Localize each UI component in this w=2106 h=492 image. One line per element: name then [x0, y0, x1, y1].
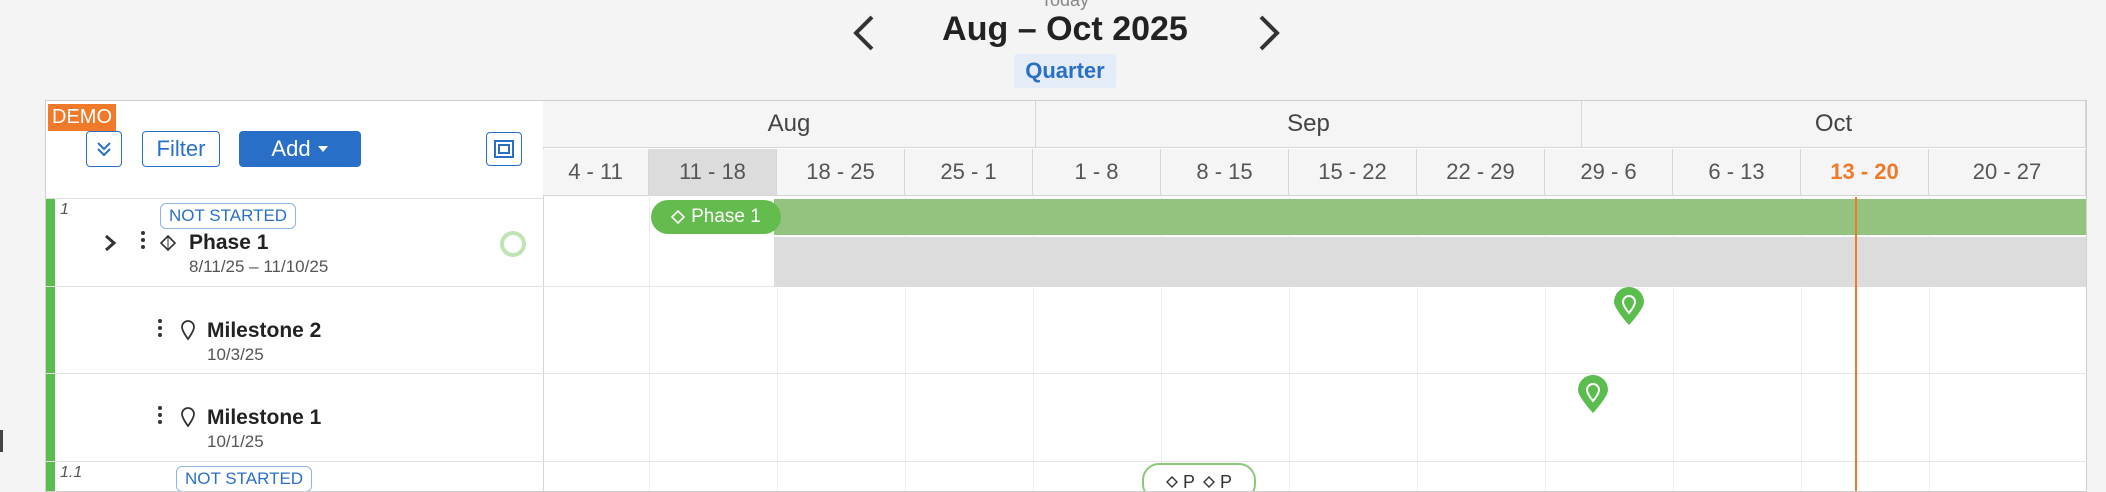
task-dates: 8/11/25 – 11/10/25: [189, 257, 328, 277]
subtask-b: P: [1203, 472, 1232, 492]
filter-button[interactable]: Filter: [142, 131, 220, 167]
edge-marker: [0, 430, 3, 452]
chevron-left-icon: [850, 13, 876, 53]
milestone-pin-icon: [180, 406, 196, 428]
row-status-bar: [46, 462, 55, 492]
previous-period-button[interactable]: [838, 8, 888, 58]
subtask-bar-chip[interactable]: P P: [1142, 463, 1256, 492]
task-name[interactable]: Phase 1: [189, 231, 268, 255]
phase-diamond-icon: [160, 235, 176, 251]
week-header: 29 - 6: [1545, 149, 1673, 196]
week-header: 1 - 8: [1033, 149, 1161, 196]
progress-ring-icon: [498, 229, 528, 259]
month-header: Oct: [1582, 101, 2086, 148]
week-header: 25 - 1: [905, 149, 1033, 196]
week-header: 4 - 11: [543, 149, 649, 196]
period-title: Aug – Oct 2025: [900, 10, 1230, 49]
row-number: 1.1: [60, 464, 82, 482]
week-header: 20 - 27: [1929, 149, 2086, 196]
row-number: 1: [60, 201, 69, 219]
phase-diamond-icon: [671, 210, 685, 224]
task-row[interactable]: 1.1 NOT STARTED: [46, 461, 543, 492]
week-header: 18 - 25: [777, 149, 905, 196]
month-header: Sep: [1036, 101, 1582, 148]
week-header-current: 13 - 20: [1801, 149, 1929, 196]
task-name[interactable]: Milestone 2: [207, 319, 321, 343]
gantt-chart: DEMO Filter Add 1 NOT STARTED Phase 1 8/…: [45, 100, 2087, 492]
row-menu-icon[interactable]: [141, 231, 145, 252]
grid-line: [649, 197, 650, 491]
task-list-panel: DEMO Filter Add 1 NOT STARTED Phase 1 8/…: [46, 101, 544, 491]
phase-bar-text: Phase 1: [691, 206, 761, 228]
add-button[interactable]: Add: [239, 131, 361, 167]
task-row[interactable]: 1 NOT STARTED Phase 1 8/11/25 – 11/10/25: [46, 198, 543, 287]
phase-bar[interactable]: [774, 199, 2086, 235]
add-button-label: Add: [271, 136, 310, 162]
milestone-1-pin-icon[interactable]: [1576, 375, 1610, 415]
row-menu-icon[interactable]: [158, 406, 162, 427]
week-header: 11 - 18: [649, 149, 777, 196]
double-chevron-down-icon: [95, 140, 113, 158]
row-menu-icon[interactable]: [158, 319, 162, 340]
row-status-bar: [46, 374, 55, 462]
subtask-a: P: [1166, 472, 1195, 492]
next-period-button[interactable]: [1245, 8, 1295, 58]
phase-bar-label[interactable]: Phase 1: [651, 200, 781, 234]
fullscreen-button[interactable]: [486, 132, 522, 166]
today-marker-line: [1855, 197, 1857, 491]
chevron-right-icon: [1257, 13, 1283, 53]
collapse-all-button[interactable]: [86, 131, 122, 167]
week-header: 22 - 29: [1417, 149, 1545, 196]
milestone-2-pin-icon[interactable]: [1612, 287, 1646, 327]
task-row[interactable]: Milestone 2 10/3/25: [46, 286, 543, 374]
task-name[interactable]: Milestone 1: [207, 406, 321, 430]
view-mode-button[interactable]: Quarter: [1014, 54, 1116, 88]
task-row[interactable]: Milestone 1 10/1/25: [46, 373, 543, 462]
status-badge[interactable]: NOT STARTED: [176, 466, 312, 492]
fullscreen-icon: [494, 140, 514, 158]
task-dates: 10/1/25: [207, 432, 264, 452]
expand-chevron-icon[interactable]: [103, 233, 117, 253]
week-header: 6 - 13: [1673, 149, 1801, 196]
timeline: Aug Sep Oct 4 - 11 11 - 18 18 - 25 25 - …: [543, 101, 2086, 491]
subtask-b-label: P: [1220, 472, 1232, 492]
row-status-bar: [46, 287, 55, 374]
milestone-pin-icon: [180, 319, 196, 341]
caret-down-icon: [317, 145, 329, 153]
week-header: 15 - 22: [1289, 149, 1417, 196]
status-badge[interactable]: NOT STARTED: [160, 203, 296, 229]
subtask-a-label: P: [1183, 472, 1195, 492]
month-header: Aug: [543, 101, 1036, 148]
row-status-bar: [46, 199, 55, 287]
week-header: 8 - 15: [1161, 149, 1289, 196]
demo-badge: DEMO: [48, 104, 116, 131]
phase-baseline-bar: [774, 237, 2086, 287]
task-dates: 10/3/25: [207, 345, 264, 365]
